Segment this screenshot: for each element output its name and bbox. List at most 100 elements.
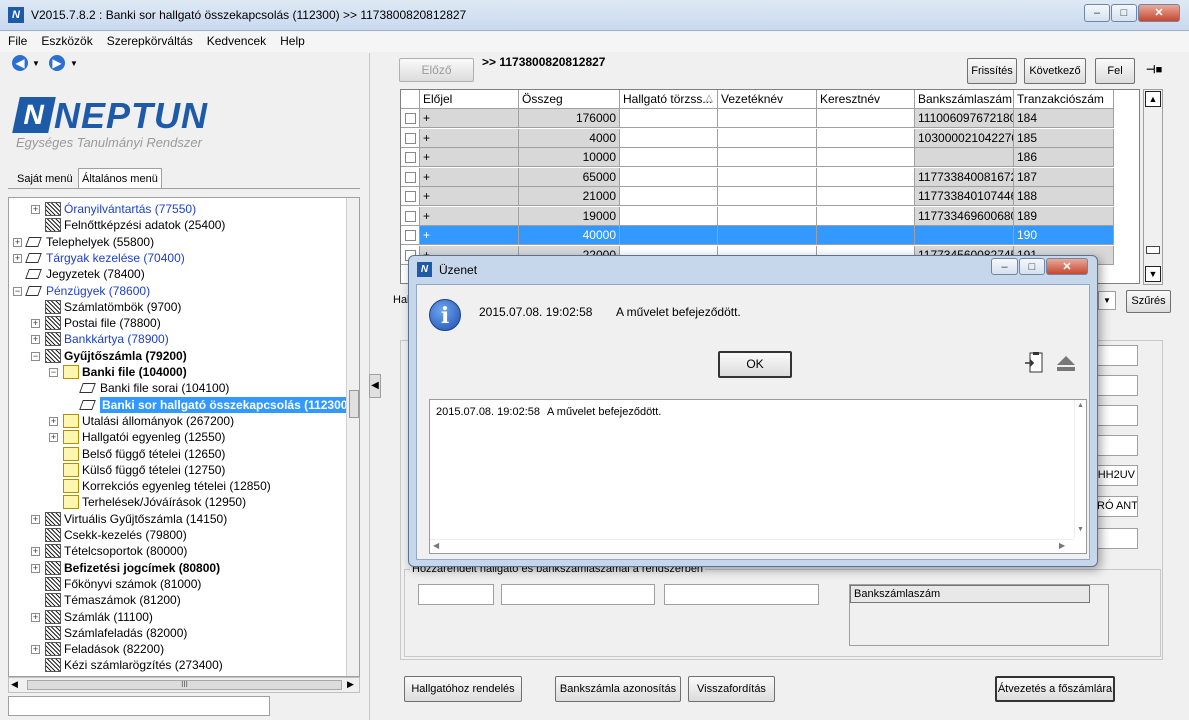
- collapse-icon[interactable]: −: [31, 351, 40, 361]
- cell-student-id[interactable]: [620, 226, 718, 245]
- row-checkbox[interactable]: [401, 187, 420, 206]
- tree-item[interactable]: Belső függő tételei (12650): [9, 446, 344, 462]
- menu-favorites[interactable]: Kedvencek: [199, 32, 272, 48]
- back-dropdown-icon[interactable]: ▼: [32, 59, 40, 68]
- detail-field-7[interactable]: [1096, 528, 1138, 549]
- tree-item[interactable]: Banki file sorai (104100): [9, 380, 344, 396]
- up-button[interactable]: Fel: [1095, 58, 1135, 84]
- cell-sign[interactable]: +: [420, 128, 519, 148]
- tree-item[interactable]: + Postai file (78800): [9, 315, 344, 331]
- status-input[interactable]: [8, 696, 270, 716]
- table-row[interactable]: +176000 1110060976721800 184: [401, 109, 1139, 128]
- minimize-button[interactable]: ‒: [1084, 4, 1110, 22]
- scroll-right-icon[interactable]: ▶: [347, 679, 354, 690]
- tree-item[interactable]: Számlafeladás (82000): [9, 625, 344, 641]
- cell-bank-account[interactable]: [915, 226, 1014, 245]
- identify-account-button[interactable]: Bankszámla azonosítás: [555, 676, 681, 702]
- cell-student-id[interactable]: [620, 148, 718, 167]
- checkbox[interactable]: [405, 152, 416, 163]
- table-row[interactable]: +4000 1030000210422705185: [401, 128, 1139, 148]
- row-checkbox[interactable]: [401, 128, 420, 148]
- cell-bank-account[interactable]: 1177338401074464: [915, 187, 1014, 206]
- row-checkbox[interactable]: [401, 167, 420, 187]
- expand-icon[interactable]: +: [13, 253, 22, 263]
- cell-student-id[interactable]: [620, 167, 718, 187]
- cell-bank-account[interactable]: [915, 148, 1014, 167]
- menu-tools[interactable]: Eszközök: [33, 32, 98, 48]
- detail-field-4[interactable]: [1096, 435, 1138, 456]
- detail-field-6[interactable]: RÓ ANT: [1096, 496, 1138, 517]
- filter-dropdown-icon[interactable]: ▼: [1098, 291, 1116, 310]
- tab-own-menu[interactable]: Saját menü: [14, 170, 76, 188]
- cell-sign[interactable]: +: [420, 226, 519, 245]
- grid-vscroll-thumb[interactable]: [1146, 246, 1160, 254]
- cell-bank-account[interactable]: 1177334696006807: [915, 206, 1014, 226]
- cell-student-id[interactable]: [620, 109, 718, 128]
- dialog-maximize-button[interactable]: □: [1019, 258, 1045, 275]
- memo-scroll-right-icon[interactable]: ▶: [1059, 541, 1065, 550]
- cell-amount[interactable]: 176000: [519, 109, 620, 128]
- expand-icon[interactable]: +: [31, 205, 40, 214]
- cell-sign[interactable]: +: [420, 148, 519, 167]
- collapse-details-icon[interactable]: [1055, 353, 1077, 373]
- cell-sign[interactable]: +: [420, 206, 519, 226]
- table-row[interactable]: +10000 186: [401, 148, 1139, 167]
- memo-scroll-left-icon[interactable]: ◀: [433, 541, 439, 550]
- filter-button[interactable]: Szűrés: [1126, 290, 1171, 313]
- ok-button[interactable]: OK: [718, 351, 792, 378]
- col-header-sign[interactable]: Előjel: [420, 90, 519, 109]
- cell-firstname[interactable]: [817, 226, 915, 245]
- cell-amount[interactable]: 40000: [519, 226, 620, 245]
- revert-button[interactable]: Visszafordítás: [688, 676, 775, 702]
- cell-firstname[interactable]: [817, 167, 915, 187]
- expand-icon[interactable]: +: [31, 612, 40, 622]
- tree-vscroll-thumb[interactable]: [349, 390, 359, 418]
- expand-icon[interactable]: +: [31, 645, 40, 655]
- col-header-amount[interactable]: Összeg: [519, 90, 620, 109]
- checkbox[interactable]: [405, 230, 416, 241]
- cell-firstname[interactable]: [817, 109, 915, 128]
- cell-sign[interactable]: +: [420, 187, 519, 206]
- tree-hscrollbar[interactable]: ◀ III ▶: [8, 677, 360, 693]
- col-header-lastname[interactable]: Vezetéknév: [718, 90, 817, 109]
- tree-item[interactable]: + Virtuális Gyűjtőszámla (14150): [9, 511, 344, 527]
- maximize-button[interactable]: □: [1111, 4, 1137, 22]
- expand-icon[interactable]: +: [31, 319, 40, 329]
- cell-transaction[interactable]: 188: [1014, 187, 1114, 206]
- checkbox[interactable]: [405, 132, 416, 144]
- cell-lastname[interactable]: [718, 167, 817, 187]
- menu-help[interactable]: Help: [272, 32, 311, 48]
- expand-icon[interactable]: +: [49, 416, 58, 426]
- tree-vscrollbar[interactable]: [346, 198, 359, 676]
- col-header-bank-account[interactable]: Bankszámlaszám: [915, 90, 1014, 109]
- scroll-left-icon[interactable]: ◀: [11, 679, 18, 690]
- menu-file[interactable]: File: [0, 32, 33, 48]
- cell-amount[interactable]: 65000: [519, 167, 620, 187]
- cell-firstname[interactable]: [817, 128, 915, 148]
- cell-student-id[interactable]: [620, 187, 718, 206]
- tree-item[interactable]: Terhelések/Jóváírások (12950): [9, 494, 344, 510]
- cell-transaction[interactable]: 189: [1014, 206, 1114, 226]
- tree-item[interactable]: + Tételcsoportok (80000): [9, 543, 344, 559]
- cell-lastname[interactable]: [718, 109, 817, 128]
- prev-button[interactable]: Előző: [399, 58, 474, 82]
- scroll-up-icon[interactable]: ▲: [1145, 91, 1161, 107]
- assigned-lastname[interactable]: [501, 584, 655, 605]
- cell-transaction[interactable]: 184: [1014, 109, 1114, 128]
- row-checkbox[interactable]: [401, 226, 420, 245]
- grid-vscrollbar[interactable]: ▲ ▼: [1143, 89, 1163, 285]
- transfer-main-account-button[interactable]: Átvezetés a főszámlára: [995, 676, 1115, 702]
- table-row[interactable]: +21000 1177338401074464 188: [401, 187, 1139, 206]
- assigned-student-id[interactable]: [418, 584, 494, 605]
- assigned-firstname[interactable]: [664, 584, 819, 605]
- memo-scroll-up-icon[interactable]: ▲: [1077, 402, 1084, 409]
- table-row[interactable]: +65000 1177338400816726 187: [401, 167, 1139, 187]
- expand-icon[interactable]: +: [49, 433, 58, 443]
- collapse-icon[interactable]: −: [49, 368, 58, 377]
- row-checkbox[interactable]: [401, 109, 420, 128]
- table-row[interactable]: +19000 1177334696006807 189: [401, 206, 1139, 226]
- tree-item[interactable]: Témaszámok (81200): [9, 592, 344, 608]
- tree-item[interactable]: + Hallgatói egyenleg (12550): [9, 429, 344, 445]
- cell-student-id[interactable]: [620, 206, 718, 226]
- col-header-transaction[interactable]: Tranzakciószám: [1014, 90, 1114, 109]
